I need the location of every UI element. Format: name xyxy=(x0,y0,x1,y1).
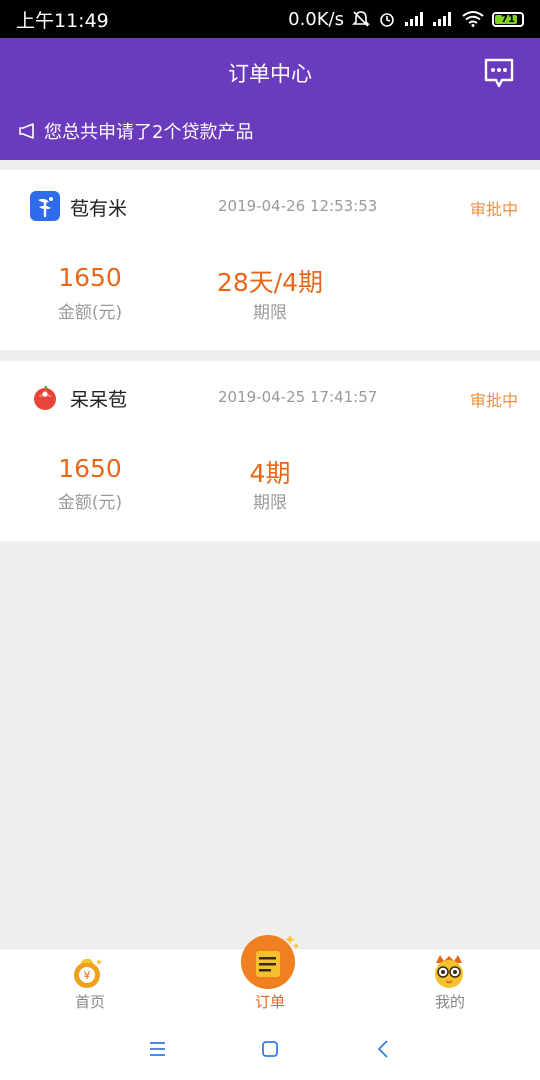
status-bar: 上午11:49 0.0K/s 71 xyxy=(0,0,540,38)
daidaibao-logo-icon xyxy=(34,385,56,410)
tab-label: 我的 xyxy=(434,993,465,1011)
product-name: 呆呆苞 xyxy=(70,389,128,411)
wifi-icon xyxy=(462,11,484,27)
menu-icon[interactable] xyxy=(143,1036,173,1062)
system-nav-bar xyxy=(0,1018,540,1080)
money-bag-icon: ¥ xyxy=(74,959,102,988)
term-label: 期限 xyxy=(253,303,287,323)
status-icons: 0.0K/s 71 xyxy=(288,9,524,30)
status-time: 上午11:49 xyxy=(16,9,109,32)
order-scroll-icon xyxy=(241,935,299,989)
product-name: 苞有米 xyxy=(70,198,128,220)
tab-label: 首页 xyxy=(74,993,105,1011)
order-time: 2019-04-26 12:53:53 xyxy=(218,197,378,215)
amount-label: 金额(元) xyxy=(57,493,123,513)
net-speed: 0.0K/s xyxy=(288,8,344,30)
battery-level: 71 xyxy=(501,13,515,25)
alarm-icon xyxy=(380,13,394,27)
signal-hd-icon xyxy=(433,12,451,26)
status-badge: 审批中 xyxy=(469,391,518,410)
header: 订单中心 您总共申请了2个贷款产品 xyxy=(0,38,540,160)
tab-orders[interactable]: 订单 xyxy=(210,935,330,1019)
page-title: 订单中心 xyxy=(228,62,312,86)
notice-bar: 您总共申请了2个贷款产品 xyxy=(18,118,253,144)
svg-text:¥: ¥ xyxy=(84,969,91,982)
order-term: 28天/4期 xyxy=(216,268,324,297)
tab-label: 订单 xyxy=(254,993,285,1011)
mute-bell-icon xyxy=(352,11,370,27)
order-amount: 1650 xyxy=(58,263,122,292)
order-term: 4期 xyxy=(249,459,291,488)
order-card[interactable]: 呆呆苞 2019-04-25 17:41:57 审批中 1650 金额(元) 4… xyxy=(0,361,540,541)
order-amount: 1650 xyxy=(58,454,122,483)
owl-face-icon xyxy=(435,955,463,988)
amount-label: 金额(元) xyxy=(57,303,123,323)
baoyoumi-logo-icon xyxy=(30,191,60,221)
order-card[interactable]: 苞有米 2019-04-26 12:53:53 审批中 1650 金额(元) 2… xyxy=(0,170,540,350)
tab-home[interactable]: ¥ 首页 xyxy=(30,949,150,1019)
back-chevron-icon[interactable] xyxy=(369,1036,399,1062)
order-time: 2019-04-25 17:41:57 xyxy=(218,388,378,406)
bottom-tab-bar: ¥ 首页 订单 我的 xyxy=(0,935,540,1019)
tab-profile[interactable]: 我的 xyxy=(390,949,510,1019)
megaphone-icon xyxy=(19,123,34,139)
signal-icon xyxy=(405,12,423,26)
message-icon[interactable] xyxy=(482,56,516,90)
notice-text: 您总共申请了2个贷款产品 xyxy=(44,122,254,143)
term-label: 期限 xyxy=(253,493,287,513)
home-square-icon[interactable] xyxy=(255,1036,285,1062)
status-badge: 审批中 xyxy=(469,200,518,219)
battery-icon: 71 xyxy=(492,11,524,27)
